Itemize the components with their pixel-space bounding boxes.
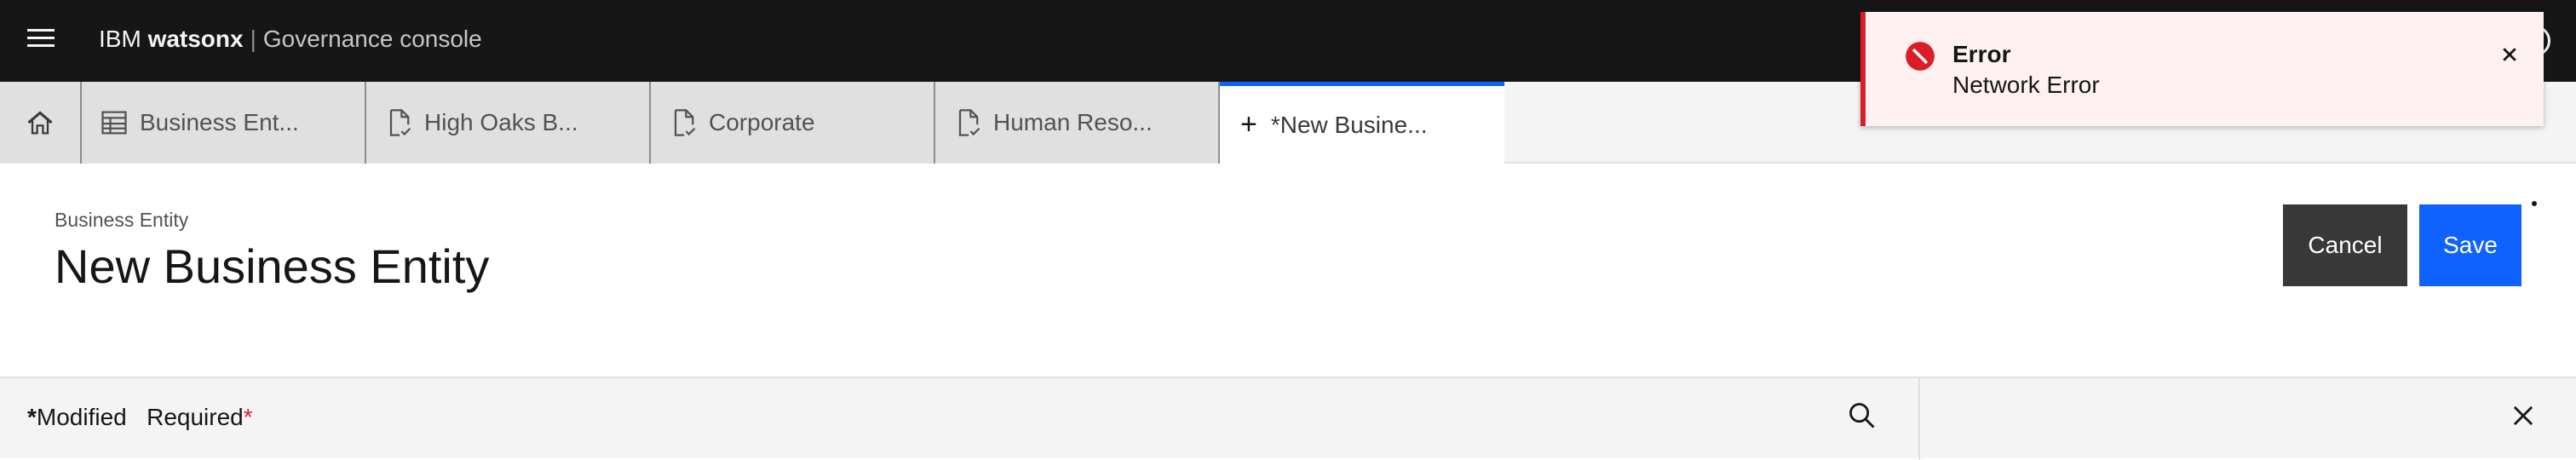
- toast-title: Error: [1952, 41, 2011, 67]
- hamburger-menu-icon[interactable]: [27, 29, 55, 53]
- required-label: Required: [147, 404, 244, 430]
- page-title: New Business Entity: [55, 239, 490, 293]
- search-icon[interactable]: [1847, 400, 1877, 431]
- field-legend: *Modified Required*: [27, 404, 253, 431]
- cancel-button[interactable]: Cancel: [2283, 204, 2407, 286]
- tab-label: Human Reso...: [993, 109, 1153, 135]
- tab-human-resources[interactable]: Human Reso...: [935, 82, 1220, 164]
- close-icon[interactable]: [2508, 400, 2539, 431]
- tab-corporate[interactable]: Corporate: [651, 82, 935, 164]
- close-icon[interactable]: [2494, 39, 2525, 70]
- error-toast: Error Network Error: [1860, 12, 2544, 126]
- tab-new-business-entity[interactable]: + *New Busine...: [1220, 82, 1504, 164]
- tab-label: *New Busine...: [1270, 111, 1428, 138]
- tab-label: Corporate: [709, 109, 815, 135]
- tab-home[interactable]: [0, 82, 82, 164]
- toast-subtitle: Network Error: [1952, 72, 2100, 98]
- save-button[interactable]: Save: [2419, 204, 2521, 286]
- brand-name: watsonx: [147, 26, 244, 52]
- table-icon: [101, 111, 127, 135]
- overflow-menu-icon[interactable]: [2532, 201, 2537, 206]
- breadcrumb[interactable]: Business Entity: [55, 209, 188, 232]
- modified-marker: *: [27, 404, 37, 430]
- tab-high-oaks[interactable]: High Oaks B...: [366, 82, 651, 164]
- document-check-icon: [674, 109, 696, 136]
- form-toolbar: *Modified Required*: [0, 377, 2576, 460]
- required-marker: *: [243, 404, 253, 430]
- brand-separator: |: [250, 26, 256, 52]
- tab-label: High Oaks B...: [424, 109, 578, 135]
- brand-prefix: IBM: [99, 26, 148, 52]
- tab-business-entities[interactable]: Business Ent...: [82, 82, 366, 164]
- error-icon: [1906, 42, 1935, 71]
- home-icon: [27, 111, 53, 135]
- modified-label: Modified: [36, 404, 127, 430]
- plus-icon: +: [1240, 108, 1257, 141]
- panel-divider: [1918, 378, 1920, 460]
- document-check-icon: [958, 109, 980, 136]
- tab-label: Business Ent...: [140, 109, 299, 135]
- document-check-icon: [389, 109, 411, 136]
- app-title[interactable]: IBM watsonx | Governance console: [99, 26, 482, 53]
- console-name: Governance console: [262, 26, 482, 52]
